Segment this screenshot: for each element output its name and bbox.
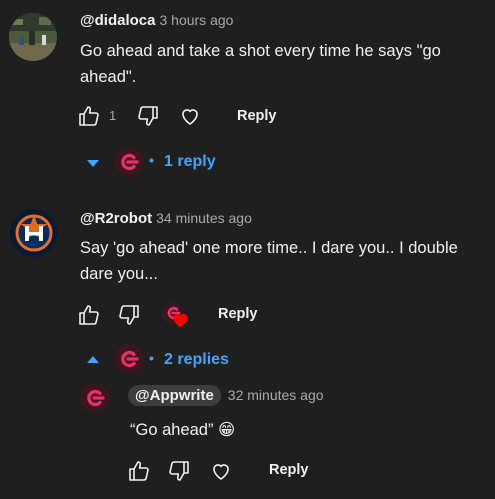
appwrite-logo-avatar-icon: [87, 389, 105, 407]
like-button[interactable]: [77, 104, 101, 128]
comment-author[interactable]: @didaloca: [80, 12, 155, 29]
reply-button[interactable]: Reply: [218, 306, 258, 322]
heart-outline-icon: [182, 109, 198, 125]
replies-toggle[interactable]: • 2 replies: [86, 342, 246, 378]
dislike-button[interactable]: [117, 303, 141, 327]
creator-heart-badge: [162, 302, 190, 330]
comment-author[interactable]: @R2robot: [80, 210, 152, 227]
appwrite-logo-icon: [121, 153, 139, 171]
replier-avatar: [114, 147, 144, 177]
reply-text: “Go ahead” 😁: [130, 421, 236, 439]
chevron-up-icon: [87, 356, 99, 363]
reply-timestamp[interactable]: 32 minutes ago: [228, 387, 324, 403]
replier-avatar: [114, 344, 144, 374]
chevron-down-icon: [87, 160, 99, 167]
reply-button[interactable]: Reply: [269, 462, 309, 478]
heart-outline-icon: [213, 464, 229, 480]
reply-button[interactable]: Reply: [237, 108, 277, 124]
separator-dot: •: [149, 152, 154, 168]
thumbs-down-icon: [138, 106, 158, 126]
comment-avatar[interactable]: [10, 209, 58, 257]
dislike-button[interactable]: [136, 104, 160, 128]
astros-logo-avatar-icon: [10, 209, 58, 257]
comment-avatar[interactable]: [9, 13, 57, 61]
view-replies-link[interactable]: 1 reply: [164, 153, 216, 171]
replies-toggle[interactable]: • 1 reply: [86, 145, 226, 181]
thumbs-up-icon: [79, 106, 99, 126]
comment-timestamp[interactable]: 34 minutes ago: [156, 210, 252, 226]
comment-text: Say 'go ahead' one more time.. I dare yo…: [80, 239, 458, 283]
comment-timestamp[interactable]: 3 hours ago: [159, 12, 233, 28]
comment-text: Go ahead and take a shot every time he s…: [80, 42, 441, 86]
channel-owner-chip[interactable]: @Appwrite: [128, 385, 221, 406]
separator-dot: •: [149, 350, 154, 366]
like-count: 1: [109, 108, 117, 123]
thumbs-up-icon: [129, 461, 149, 481]
reply-avatar[interactable]: [80, 383, 110, 413]
heart-button[interactable]: [209, 459, 233, 483]
heart-button[interactable]: [178, 104, 202, 128]
heart-filled-icon: [173, 314, 188, 328]
thumbs-up-icon: [79, 305, 99, 325]
hide-replies-link[interactable]: 2 replies: [164, 351, 229, 369]
appwrite-logo-icon: [121, 350, 139, 368]
thumbs-down-icon: [119, 305, 139, 325]
like-button[interactable]: [127, 459, 151, 483]
like-button[interactable]: [77, 303, 101, 327]
game-scene-avatar-icon: [9, 13, 57, 61]
dislike-button[interactable]: [167, 459, 191, 483]
thumbs-down-icon: [169, 461, 189, 481]
